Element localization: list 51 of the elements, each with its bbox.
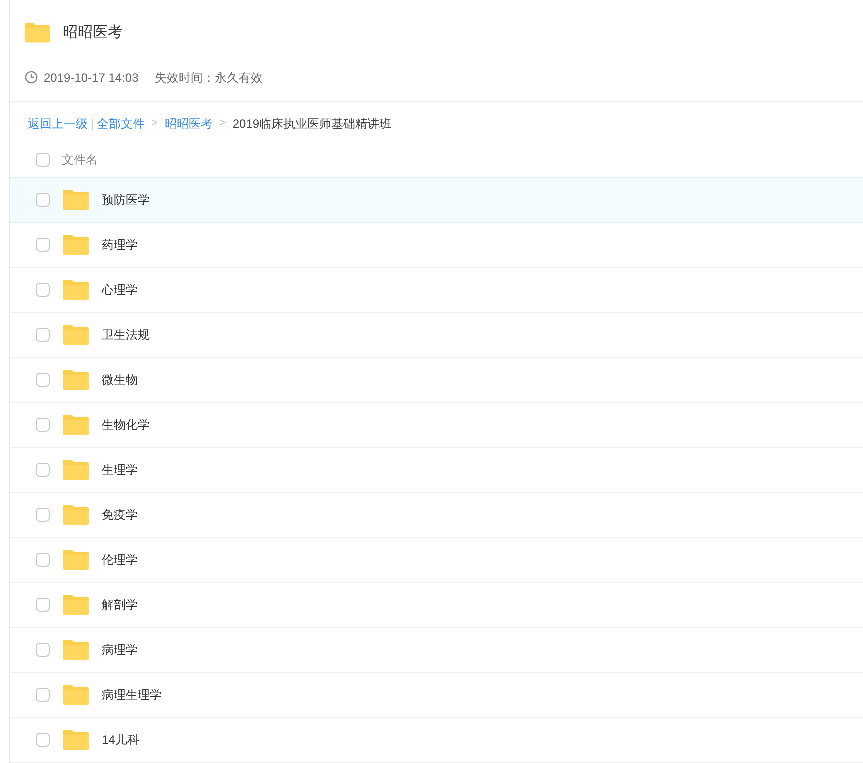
checkbox[interactable]	[36, 238, 50, 252]
folder-name[interactable]: 生理学	[102, 461, 138, 479]
share-title: 昭昭医考	[63, 22, 123, 43]
share-date: 2019-10-17 14:03	[44, 70, 139, 87]
column-header[interactable]: 文件名	[62, 151, 98, 170]
checkbox[interactable]	[36, 328, 50, 342]
folder-name[interactable]: 解剖学	[102, 596, 138, 614]
folder-icon	[62, 729, 90, 751]
checkbox[interactable]	[36, 553, 50, 567]
checkbox[interactable]	[36, 688, 50, 702]
folder-name[interactable]: 药理学	[102, 236, 138, 254]
checkbox[interactable]	[36, 643, 50, 657]
folder-name[interactable]: 心理学	[102, 281, 138, 299]
folder-name[interactable]: 14儿科	[102, 731, 140, 749]
clock-icon	[25, 71, 38, 84]
checkbox[interactable]	[36, 153, 50, 168]
folder-name[interactable]: 免疫学	[102, 506, 138, 524]
folder-icon	[62, 369, 90, 391]
checkbox[interactable]	[36, 418, 50, 432]
folder-icon	[62, 414, 90, 436]
checkbox[interactable]	[36, 373, 50, 387]
checkbox[interactable]	[36, 463, 50, 477]
folder-name[interactable]: 伦理学	[102, 551, 138, 569]
expiry-text: 失效时间：永久有效	[154, 70, 263, 87]
folder-name[interactable]: 病理生理学	[102, 686, 162, 704]
folder-icon	[62, 324, 90, 346]
breadcrumb-current: 2019临床执业医师基础精讲班	[232, 116, 392, 133]
folder-icon	[62, 459, 90, 481]
folder-icon	[62, 684, 90, 706]
checkbox[interactable]	[36, 193, 50, 207]
folder-icon	[62, 279, 90, 301]
checkbox[interactable]	[36, 508, 50, 522]
folder-name[interactable]: 微生物	[102, 371, 138, 389]
checkbox[interactable]	[36, 283, 50, 297]
folder-icon	[62, 549, 90, 571]
folder-icon	[62, 234, 90, 256]
checkbox[interactable]	[36, 598, 50, 612]
breadcrumb-arrow: >	[152, 117, 158, 132]
folder-name[interactable]: 病理学	[102, 641, 138, 659]
file-row[interactable]: 预防医学	[10, 178, 863, 223]
folder-icon	[62, 189, 90, 211]
separator: |	[91, 116, 94, 133]
folder-icon	[62, 639, 90, 661]
folder-name[interactable]: 卫生法规	[102, 326, 150, 344]
folder-icon	[62, 594, 90, 616]
breadcrumb-arrow: >	[220, 117, 226, 132]
folder-name[interactable]: 生物化学	[102, 416, 150, 434]
folder-icon	[24, 22, 51, 44]
checkbox[interactable]	[36, 733, 50, 747]
folder-name[interactable]: 预防医学	[102, 191, 150, 209]
folder-icon	[62, 504, 90, 526]
